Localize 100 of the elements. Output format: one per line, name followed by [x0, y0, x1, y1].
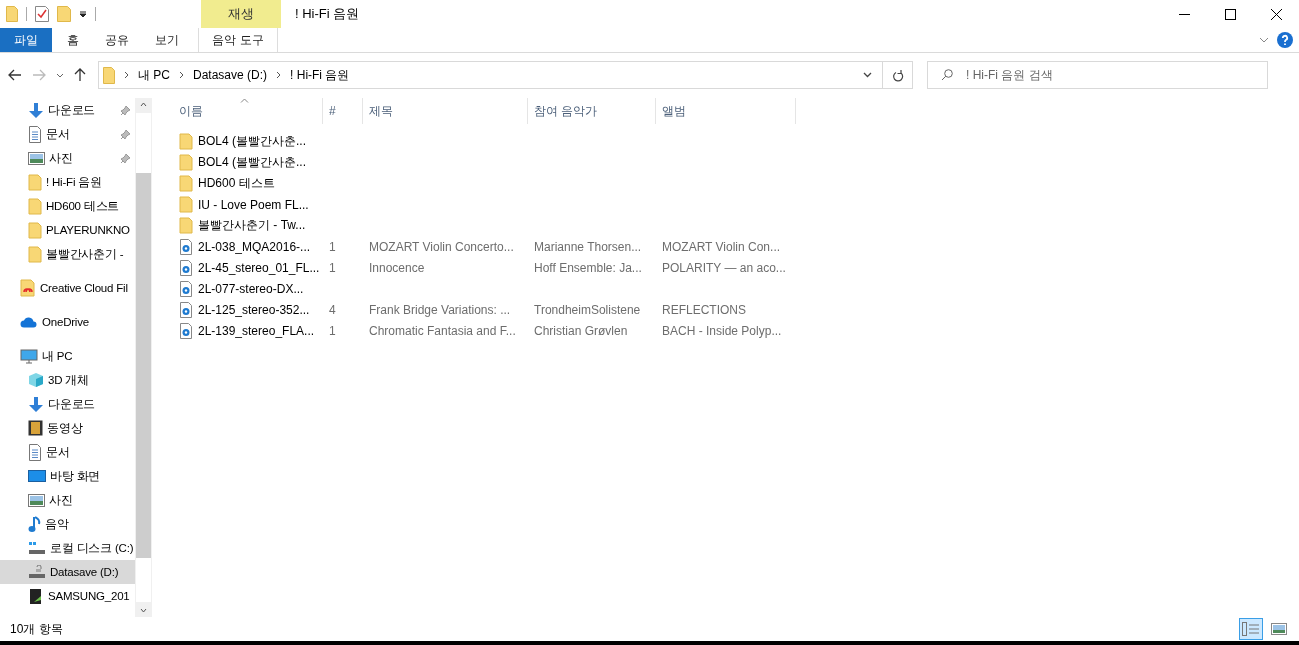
folder-icon: [179, 196, 193, 213]
checklist-icon[interactable]: [35, 6, 49, 22]
item-count: 10개 항목: [10, 620, 63, 638]
breadcrumb[interactable]: Datasave (D:): [193, 68, 268, 82]
cloud-icon: [20, 316, 38, 328]
chevron-right-icon[interactable]: [179, 71, 184, 79]
file-name[interactable]: BOL4 (볼빨간사춘...: [198, 154, 307, 171]
table-cell: 1: [329, 260, 336, 275]
document-icon: [28, 443, 42, 461]
sidebar-item[interactable]: ! Hi-Fi 음원: [0, 170, 135, 194]
sidebar-item[interactable]: HD600 테스트: [0, 194, 135, 218]
sidebar-item[interactable]: PLAYERUNKNO: [0, 218, 135, 242]
scroll-down-icon[interactable]: [140, 608, 147, 613]
chevron-right-icon[interactable]: [124, 71, 129, 79]
sidebar-item[interactable]: 내 PC: [0, 344, 135, 368]
audio-file-icon: [179, 301, 193, 318]
desktop-icon: [28, 469, 46, 483]
refresh-button[interactable]: [883, 61, 913, 89]
music-note-icon: [28, 515, 41, 533]
dropdown-icon[interactable]: [79, 10, 87, 18]
sidebar-item[interactable]: Datasave (D:): [0, 560, 135, 584]
table-cell: Marianne Thorsen...: [534, 239, 642, 254]
file-name[interactable]: 2L-139_stereo_FLA...: [198, 323, 315, 338]
sidebar-item[interactable]: 로컬 디스크 (C:): [0, 536, 135, 560]
ribbon-tab[interactable]: 음악 도구: [198, 28, 278, 52]
audio-file-icon: [179, 259, 193, 276]
context-group-label: 재생: [201, 0, 281, 28]
table-cell: Christian Grøvlen: [534, 323, 628, 338]
refresh-icon: [891, 68, 904, 82]
scroll-up-icon[interactable]: [140, 102, 147, 107]
scrollbar[interactable]: [135, 98, 152, 617]
ribbon-tab[interactable]: 공유: [92, 28, 142, 52]
sidebar-item[interactable]: 사진: [0, 146, 135, 170]
maximize-icon: [1224, 8, 1236, 20]
sidebar-item[interactable]: 볼빨간사춘기 -: [0, 242, 135, 266]
file-name[interactable]: 2L-077-stereo-DX...: [198, 281, 304, 296]
folder-icon: [28, 197, 42, 215]
file-name[interactable]: BOL4 (볼빨간사춘...: [198, 133, 307, 150]
sidebar-item[interactable]: Creative Cloud Fil: [0, 276, 135, 300]
breadcrumb[interactable]: 내 PC: [138, 66, 170, 84]
sidebar-item[interactable]: OneDrive: [0, 310, 135, 334]
file-name[interactable]: 2L-45_stereo_01_FL...: [198, 260, 320, 275]
up-arrow-icon[interactable]: [74, 68, 86, 82]
sidebar-item[interactable]: 다운로드: [0, 392, 135, 416]
sidebar-item[interactable]: 사진: [0, 488, 135, 512]
chevron-right-icon[interactable]: [276, 71, 282, 79]
picture-icon: [28, 151, 45, 165]
table-cell: MOZART Violin Concerto...: [369, 239, 514, 254]
usb-drive-icon: [28, 587, 44, 605]
table-cell: TrondheimSolistene: [534, 302, 641, 317]
column-header[interactable]: 앨범: [656, 98, 796, 124]
sidebar-item[interactable]: 3D 개체: [0, 368, 135, 392]
file-name[interactable]: IU - Love Poem FL...: [198, 197, 309, 212]
sidebar-item[interactable]: 다운로드: [0, 98, 135, 122]
file-name[interactable]: HD600 테스트: [198, 175, 275, 192]
details-view-button[interactable]: [1239, 618, 1263, 640]
sidebar-item[interactable]: 문서: [0, 122, 135, 146]
window-title: ! Hi-Fi 음원: [294, 5, 360, 23]
sidebar-item[interactable]: SAMSUNG_201: [0, 584, 135, 608]
column-header[interactable]: 이름: [173, 98, 323, 124]
breadcrumb[interactable]: ! Hi-Fi 음원: [290, 66, 350, 84]
table-cell: Chromatic Fantasia and F...: [369, 323, 516, 338]
folder-icon: [179, 133, 193, 150]
down-arrow-icon: [28, 395, 44, 413]
file-name[interactable]: 2L-038_MQA2016-...: [198, 239, 311, 254]
search-field[interactable]: ! Hi-Fi 음원 검색: [927, 61, 1268, 89]
cube-icon: [28, 372, 44, 388]
audio-file-icon: [179, 280, 193, 297]
chevron-down-icon[interactable]: [56, 72, 64, 78]
table-cell: Frank Bridge Variations: ...: [369, 302, 511, 317]
chevron-down-icon[interactable]: [863, 72, 872, 78]
sidebar-item[interactable]: 문서: [0, 440, 135, 464]
help-icon[interactable]: [1277, 32, 1293, 48]
table-cell: POLARITY — an aco...: [662, 260, 786, 275]
audio-file-icon: [179, 322, 193, 339]
folder-icon: [179, 217, 193, 234]
folder-icon: [179, 175, 193, 192]
back-arrow-icon[interactable]: [8, 69, 22, 81]
sidebar-item[interactable]: 음악: [0, 512, 135, 536]
audio-file-icon: [179, 238, 193, 255]
sidebar-item[interactable]: 동영상: [0, 416, 135, 440]
table-cell: 1: [329, 239, 336, 254]
table-cell: BACH - Inside Polyp...: [662, 323, 782, 338]
search-icon: [941, 69, 953, 81]
folder-icon: [179, 154, 193, 171]
details-list-icon: [1242, 622, 1260, 636]
table-cell: REFLECTIONS: [662, 302, 746, 317]
column-header[interactable]: #: [323, 98, 363, 124]
sidebar-item[interactable]: 바탕 화면: [0, 464, 135, 488]
file-name[interactable]: 2L-125_stereo-352...: [198, 302, 310, 317]
picture-icon: [28, 493, 45, 507]
cloud-folder-icon: [20, 279, 36, 297]
table-cell: 4: [329, 302, 336, 317]
ribbon-tab[interactable]: 파일: [0, 28, 52, 52]
file-name[interactable]: 볼빨간사춘기 - Tw...: [198, 217, 306, 234]
address-bar[interactable]: 내 PC Datasave (D:) ! Hi-Fi 음원: [98, 61, 883, 89]
column-header[interactable]: 제목: [363, 98, 528, 124]
ribbon-tab[interactable]: 홈: [54, 28, 92, 52]
ribbon-tab[interactable]: 보기: [142, 28, 192, 52]
column-header[interactable]: 참여 음악가: [528, 98, 656, 124]
